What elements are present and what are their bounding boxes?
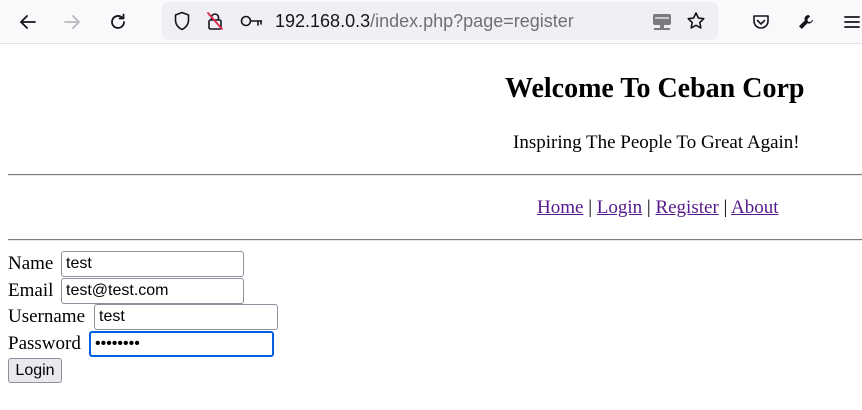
hamburger-menu-icon — [844, 16, 860, 28]
password-label: Password — [8, 333, 81, 354]
forward-button[interactable] — [56, 6, 88, 38]
back-button[interactable] — [12, 6, 44, 38]
tools-button[interactable] — [790, 6, 822, 38]
pocket-button[interactable] — [745, 6, 777, 38]
divider-bottom — [8, 239, 862, 241]
nav-link-register[interactable]: Register — [655, 197, 718, 218]
nav-separator: | — [583, 197, 597, 218]
password-field[interactable] — [89, 331, 274, 357]
page-subtitle: Inspiring The People To Great Again! — [513, 132, 800, 153]
email-label: Email — [8, 280, 54, 301]
nav-separator: | — [642, 197, 656, 218]
username-label: Username — [8, 306, 86, 327]
reload-button[interactable] — [102, 6, 134, 38]
page-title: Welcome To Ceban Corp — [505, 73, 805, 104]
network-drive-icon[interactable] — [651, 11, 673, 31]
nav-link-home[interactable]: Home — [537, 197, 583, 218]
nav-link-about[interactable]: About — [731, 197, 779, 218]
nav-link-login[interactable]: Login — [597, 197, 642, 218]
name-field[interactable] — [61, 251, 244, 277]
nav-separator: | — [718, 197, 732, 218]
insecure-lock-icon[interactable] — [205, 11, 225, 31]
url-host: 192.168.0.3 — [275, 11, 371, 31]
email-field[interactable] — [61, 278, 244, 304]
main-nav: Home | Login | Register | About — [537, 196, 779, 220]
wrench-icon — [799, 15, 813, 29]
login-button[interactable]: Login — [8, 358, 62, 383]
arrow-left-icon — [20, 15, 36, 29]
reload-icon — [111, 13, 125, 29]
arrow-right-icon — [64, 15, 80, 29]
key-icon[interactable] — [240, 11, 264, 31]
bookmark-star-icon[interactable] — [686, 11, 706, 31]
menu-button[interactable] — [836, 6, 862, 38]
shield-icon[interactable] — [172, 11, 192, 31]
username-field[interactable] — [94, 304, 278, 330]
divider-top — [8, 174, 862, 176]
name-label: Name — [8, 253, 54, 274]
url-path: /index.php?page=register — [370, 11, 574, 31]
url-text[interactable]: 192.168.0.3/index.php?page=register — [275, 2, 574, 40]
address-bar[interactable]: 192.168.0.3/index.php?page=register — [162, 2, 718, 40]
browser-toolbar: 192.168.0.3/index.php?page=register — [0, 0, 862, 44]
pocket-icon — [753, 15, 769, 29]
